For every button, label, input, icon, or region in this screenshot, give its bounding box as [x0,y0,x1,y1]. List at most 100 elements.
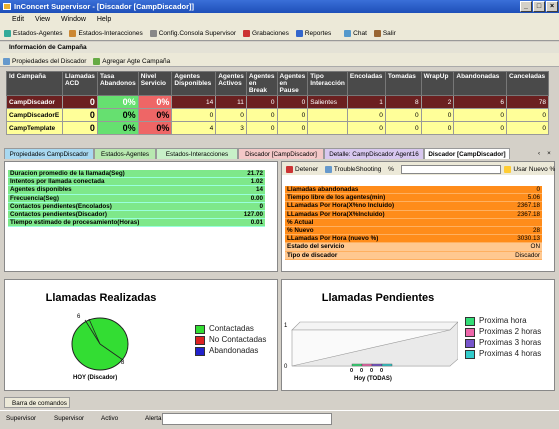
col-header[interactable]: Tomadas [384,71,422,96]
tab-detalle-agente[interactable]: Detalle: CampDiscador Agent16 [324,148,424,159]
bar-proximas-2-horas[interactable] [361,363,373,367]
col-header[interactable]: WrapUp [420,71,455,96]
stat-label: Contactos pendientes(Discador) [10,210,107,218]
button-label: TroubleShooting [333,166,382,173]
bar-proximas-3-horas[interactable] [371,363,383,367]
cell-service-level: 0% [137,95,173,109]
props-discador-button[interactable]: Propiedades del Discador [3,56,86,67]
button-label: Usar Nuevo % [513,166,556,173]
tab-scroll-left[interactable]: ‹ [534,148,544,159]
cell: 8 [384,95,422,109]
table-row[interactable]: CampTemplate 0 0% 0% 4 3 0 0 0 0 0 0 0 [6,121,549,135]
table-row[interactable]: CampDiscadorE 0 0% 0% 0 0 0 0 0 0 0 0 0 [6,108,549,122]
alert-field[interactable] [162,413,332,425]
tab-estados-agentes[interactable]: Estados-Agentes [94,148,156,159]
stat-label: Agentes disponibles [10,186,72,194]
col-header[interactable]: Abandonadas [453,71,508,96]
bar-proximas-4-horas[interactable] [381,363,393,367]
cell: 0 [384,121,422,135]
col-header[interactable]: Tasa Abandonos [96,71,139,96]
col-header[interactable]: Agentes Activos [215,71,247,96]
cell [307,121,348,135]
cell: 0 [61,108,98,122]
rate-value: 0 [536,186,540,193]
cell: 3 [215,121,247,135]
pct-label: % [388,166,394,173]
bar-data-label: 0 [380,368,384,374]
maximize-button[interactable]: □ [533,1,545,12]
troubleshooting-button[interactable]: TroubleShooting [324,164,382,175]
add-agent-icon [93,57,101,65]
legend-swatch [465,350,475,359]
tab-close[interactable]: × [544,148,554,159]
main-toolbar: Estados-Agentes Estados-Interacciones Co… [0,26,559,41]
col-header[interactable]: Agentes Disponibles [171,71,217,96]
cell: 11 [215,95,247,109]
cell: 0 [276,95,309,109]
col-header[interactable]: Canceladas [506,71,549,96]
legend-label: Proxima hora [479,316,527,325]
add-agent-button[interactable]: Agregar Agte Campaña [93,56,170,67]
col-header[interactable]: Tipo Interacción [307,71,348,96]
col-header[interactable]: Agentes en Break [245,71,278,96]
stat-label: Tiempo estimado de procesamiento(Horas) [10,219,140,227]
rate-value: 2367.18 [517,210,540,218]
stop-icon [286,165,293,173]
stop-button[interactable]: Detener [286,164,318,175]
toolbar-reportes[interactable]: Reportes [295,28,331,39]
stat-row: Contactos pendientes(Discador) 127.00 [8,210,265,220]
menu-view[interactable]: View [35,16,50,23]
tab-discador-1[interactable]: Discador [CampDiscador] [238,148,324,159]
table-row[interactable]: CampDiscador 0 0% 0% 14 11 0 0 Salientes… [6,95,549,109]
stat-row: Tiempo estimado de procesamiento(Horas) 0… [8,219,265,228]
toolbar-salir[interactable]: Salir [373,28,396,39]
stat-value: 21.72 [247,170,263,177]
legend-label: Proximas 4 horas [479,349,542,358]
toolbar-config[interactable]: Config.Consola Supervisor [149,28,237,39]
cell: 14 [171,95,217,109]
stat-value: 0.01 [250,219,263,227]
app-icon [3,3,11,10]
col-header[interactable]: Encoladas [346,71,386,96]
menu-edit[interactable]: Edit [12,16,24,23]
rate-label: % Actual [287,218,314,226]
minimize-button[interactable]: _ [520,1,532,12]
toolbar-label: Config.Consola Supervisor [158,30,237,37]
document-tabs: Propiedades CampDiscador Estados-Agentes… [4,148,555,159]
cell: 0 [346,108,386,122]
col-header[interactable]: Llamadas ACD [61,71,98,96]
percent-input[interactable] [400,164,501,174]
legend-contactadas: Contactadas [195,324,254,334]
stat-row: Frecuencia(Seg) 0.00 [8,195,265,203]
toolbar-estados-agentes[interactable]: Estados-Agentes [4,28,63,39]
campaign-toolbar: Propiedades del Discador Agregar Agte Ca… [0,53,559,67]
rate-row: % Actual [285,218,542,227]
col-header[interactable]: Nivel Servicio [137,71,173,96]
tab-discador-active[interactable]: Discador [CampDiscador] [424,148,510,159]
bar-data-label: 0 [350,368,354,374]
menu-window[interactable]: Window [61,16,86,23]
cell: 0 [420,121,455,135]
menu-help[interactable]: Help [97,16,111,23]
tab-estados-interacciones[interactable]: Estados-Interacciones [156,148,238,159]
use-new-pct-button[interactable]: Usar Nuevo % [504,164,555,175]
cell-campaign-id: CampDiscadorE [6,108,63,122]
cell: 1 [346,95,386,109]
cell: 0 [453,121,508,135]
bar-proxima-hora[interactable] [351,363,363,367]
tab-propiedades[interactable]: Propiedades CampDiscador [4,148,94,159]
toolbar-estados-interacciones[interactable]: Estados-Interacciones [69,28,143,39]
y-tick-label: 1 [284,323,288,329]
col-header[interactable]: Id Campaña [6,71,63,96]
col-header[interactable]: Agentes en Pause [276,71,309,96]
y-tick-label: 0 [284,364,288,370]
legend-swatch [195,336,205,345]
command-bar-tab[interactable]: Barra de comandos [4,397,70,408]
toolbar-chat[interactable]: Chat [344,28,367,39]
close-button[interactable]: × [546,1,558,12]
stat-value: 1.02 [250,178,263,186]
legend-abandonadas: Abandonadas [195,346,258,356]
toolbar-grabaciones[interactable]: Grabaciones [243,28,289,39]
rate-row: LLamadas Por Hora(X%Incluido) 2367.18 [285,210,542,219]
chart-pendientes-panel: Llamadas Pendientes 1 0 0 0 0 0 Hoy (TOD… [281,279,555,391]
